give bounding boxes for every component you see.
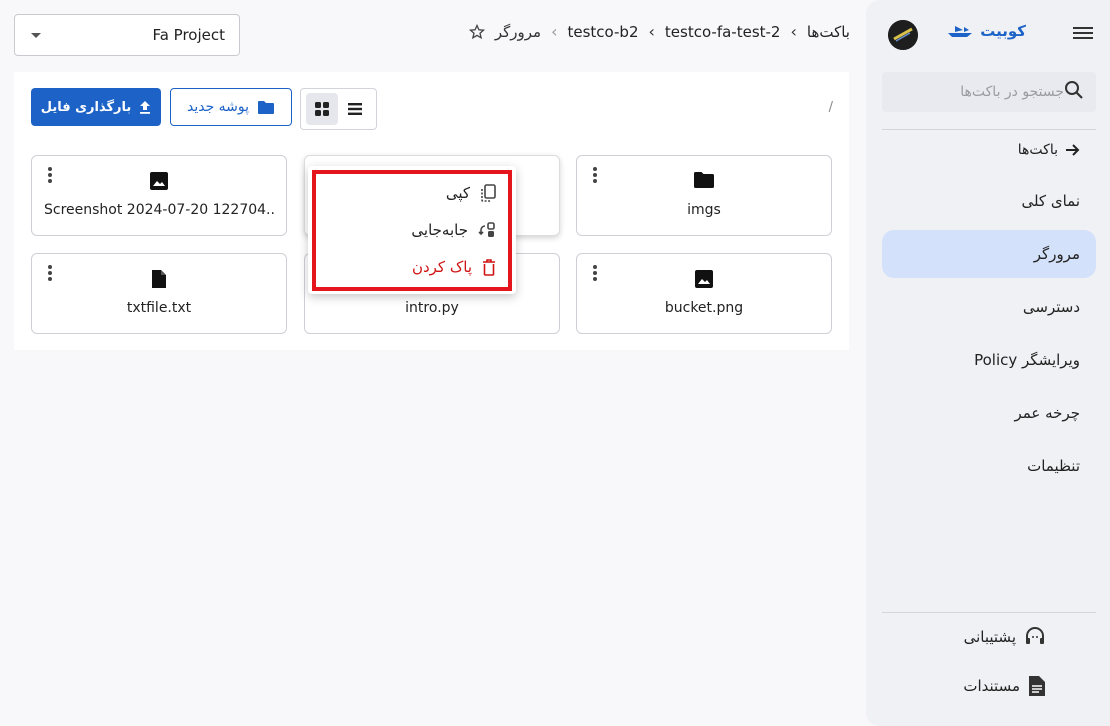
upload-icon [140, 101, 151, 114]
project-select[interactable]: Fa Project [14, 14, 240, 56]
breadcrumb: باکت‌ها › testco-fa-test-2 › testco-b2 ›… [468, 22, 850, 41]
list-icon [348, 103, 363, 115]
support-link[interactable]: پشتیبانی [882, 619, 1096, 655]
document-icon [1029, 676, 1045, 696]
file-tile[interactable]: txtfile.txt [31, 253, 287, 334]
project-select-value: Fa Project [152, 26, 225, 44]
docs-link[interactable]: مستندات [882, 668, 1096, 704]
new-folder-button[interactable]: پوشه جدید [170, 88, 292, 126]
sidebar-item-overview[interactable]: نمای کلی [882, 177, 1096, 225]
divider [882, 129, 1096, 130]
brand-logo[interactable]: کوبیت [946, 22, 1026, 40]
sidebar-item-label: دسترسی [1022, 298, 1080, 316]
hamburger-menu-icon[interactable] [1072, 24, 1094, 44]
sidebar-item-label: مرورگر [1033, 245, 1080, 263]
more-vert-icon[interactable] [44, 165, 56, 185]
file-tile[interactable]: bucket.png [576, 253, 832, 334]
list-view-button[interactable] [339, 93, 371, 125]
upload-file-button[interactable]: بارگذاری فایل [31, 88, 161, 126]
boat-icon [948, 26, 973, 37]
divider [882, 612, 1096, 613]
view-toggle [300, 88, 377, 130]
sidebar-item-label: نمای کلی [1021, 192, 1080, 210]
sidebar-item-label: چرخه عمر [1014, 404, 1080, 422]
search-icon [1064, 80, 1084, 104]
breadcrumb-item-subbucket[interactable]: testco-b2 [568, 23, 639, 41]
headset-icon [1026, 627, 1044, 644]
sidebar-item-browser[interactable]: مرورگر [882, 230, 1096, 278]
upload-label: بارگذاری فایل [40, 99, 132, 115]
file-icon [151, 269, 167, 293]
docs-label: مستندات [963, 677, 1020, 695]
file-name: txtfile.txt [126, 300, 192, 316]
sidebar-item-access[interactable]: دسترسی [882, 283, 1096, 331]
brand-name: کوبیت [980, 22, 1026, 40]
more-vert-icon[interactable] [44, 263, 56, 283]
grid-icon [314, 102, 329, 116]
file-name: intro.py [405, 300, 459, 316]
bucket-search[interactable] [882, 72, 1096, 112]
current-path: / [828, 100, 833, 115]
highlight-box [312, 170, 512, 291]
new-folder-label: پوشه جدید [186, 99, 250, 115]
sidebar-item-label: ویرایشگر Policy [974, 351, 1080, 369]
image-icon [149, 171, 169, 195]
breadcrumb-item-buckets[interactable]: باکت‌ها [807, 23, 850, 41]
file-name: bucket.png [664, 300, 744, 316]
support-label: پشتیبانی [963, 628, 1016, 646]
image-icon [694, 269, 714, 293]
grid-view-button[interactable] [305, 93, 338, 125]
file-name: imgs [687, 202, 721, 218]
chevron-left-icon: › [790, 22, 797, 41]
star-icon[interactable] [468, 23, 485, 40]
sidebar-item-policy-editor[interactable]: ویرایشگر Policy [882, 336, 1096, 384]
file-name: Screenshot 2024-07-20 122704.... [44, 202, 274, 218]
breadcrumb-item-current: مرورگر [494, 22, 542, 41]
chevron-down-icon [31, 32, 41, 38]
sidebar-item-label: تنظیمات [1027, 457, 1080, 475]
file-tile[interactable]: Screenshot 2024-07-20 122704.... [31, 155, 287, 236]
sidebar-item-lifecycle[interactable]: چرخه عمر [882, 389, 1096, 437]
back-label: باکت‌ها [1017, 142, 1058, 158]
folder-icon [258, 100, 275, 114]
folder-icon [693, 171, 715, 193]
chevron-left-icon: › [648, 22, 655, 41]
search-input[interactable] [894, 84, 1064, 100]
more-vert-icon[interactable] [589, 165, 601, 185]
sidebar: کوبیت باکت‌ها نمای کلی مرورگر دسترسی ویر… [866, 0, 1110, 726]
avatar[interactable] [888, 20, 918, 50]
breadcrumb-item-bucket[interactable]: testco-fa-test-2 [665, 23, 781, 41]
back-to-buckets-link[interactable]: باکت‌ها [882, 136, 1096, 164]
file-tile[interactable]: imgs [576, 155, 832, 236]
arrow-right-icon [1066, 144, 1080, 156]
chevron-left-icon: › [551, 22, 558, 41]
more-vert-icon[interactable] [589, 263, 601, 283]
sidebar-item-settings[interactable]: تنظیمات [882, 442, 1096, 490]
